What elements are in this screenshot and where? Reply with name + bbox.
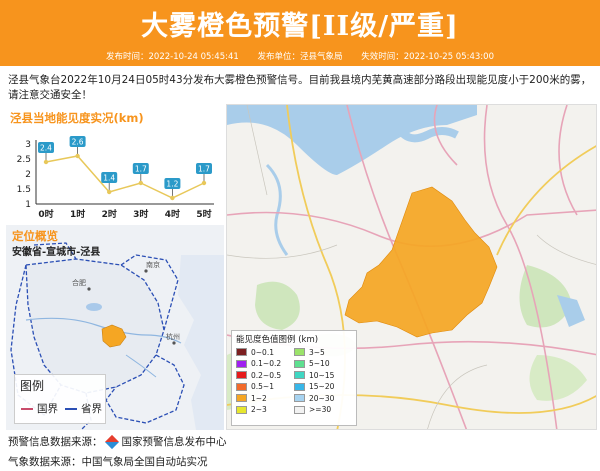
warning-description: 泾县气象台2022年10月24日05时43分发布大雾橙色预警信号。目前我县境内芜… bbox=[8, 74, 592, 101]
legend-swatch bbox=[294, 382, 305, 391]
publish-time: 发布时间：2022-10-24 05:45:41 bbox=[106, 52, 239, 62]
location-region: 安徽省-宣城市-泾县 bbox=[12, 247, 101, 258]
legend-national-border-label: 国界 bbox=[37, 403, 58, 415]
data-point bbox=[201, 180, 207, 186]
visibility-legend-grid: 0~0.1 3~5 0.1~0.2 5~10 0.2~0.5 10~15 0.5~1 15~2… bbox=[236, 347, 352, 415]
visibility-legend-item: 0.1~0.2 bbox=[236, 359, 294, 369]
left-column: 泾县当地能见度实况(km) 3 2.5 2 1.5 1 2.4 0时 2.6 1时 1.4 2时 1.… bbox=[6, 108, 224, 430]
legend-label: 10~15 bbox=[309, 370, 335, 380]
location-overview-panel: 合肥 南京 杭州 定位概览 安徽省-宣城市-泾县 图例 国界 省界 bbox=[6, 225, 224, 430]
x-tick-label: 2时 bbox=[102, 208, 117, 220]
legend-province-border-label: 省界 bbox=[81, 403, 102, 415]
legend-swatch bbox=[236, 394, 247, 402]
data-label: 1.7 bbox=[135, 165, 147, 174]
publisher: 发布单位：泾县气象局 bbox=[257, 52, 343, 62]
data-point bbox=[170, 195, 175, 201]
visibility-legend-item: 1~2 bbox=[236, 393, 294, 403]
national-border-line-icon bbox=[21, 407, 33, 410]
data-label: 1.7 bbox=[198, 165, 210, 174]
province-border-line-icon bbox=[65, 407, 77, 410]
expire-time: 失效时间：2022-10-25 05:43:00 bbox=[361, 52, 494, 62]
legend-label: 2~3 bbox=[251, 405, 267, 414]
visibility-legend-item: 20~30 bbox=[294, 393, 352, 403]
legend-label: 20~30 bbox=[309, 393, 335, 403]
visibility-legend-item: 0.5~1 bbox=[236, 382, 294, 392]
legend-label: 0.1~0.2 bbox=[251, 359, 282, 368]
warning-source-name[interactable]: 国家预警信息发布中心 bbox=[122, 434, 227, 449]
y-tick-label: 1.5 bbox=[17, 185, 31, 195]
legend-swatch bbox=[294, 371, 305, 379]
warning-meta: 发布时间：2022-10-24 05:45:41 发布单位：泾县气象局 失效时间… bbox=[0, 50, 600, 62]
visibility-chart-panel: 泾县当地能见度实况(km) 3 2.5 2 1.5 1 2.4 0时 2.6 1时 1.4 2时 1.… bbox=[6, 108, 224, 225]
map-legend: 图例 国界 省界 bbox=[14, 374, 106, 424]
data-point bbox=[138, 180, 143, 186]
data-point bbox=[75, 153, 80, 159]
nmc-logo-icon bbox=[104, 434, 119, 449]
visibility-legend-item: >=30 bbox=[294, 405, 352, 415]
y-tick-label: 1 bbox=[25, 200, 31, 210]
x-tick-label: 1时 bbox=[70, 208, 85, 220]
x-tick-label: 5时 bbox=[196, 208, 211, 220]
visibility-chart: 3 2.5 2 1.5 1 2.4 0时 2.6 1时 1.4 2时 1.7 3时 1.2 4时 1.7 5时 bbox=[17, 136, 214, 220]
visibility-legend-item: 3~5 bbox=[294, 347, 352, 357]
legend-swatch bbox=[294, 394, 305, 402]
legend-label: 0.2~0.5 bbox=[251, 370, 282, 380]
city-label-nanjing: 南京 bbox=[146, 260, 160, 269]
warning-source-label: 预警信息数据来源： bbox=[8, 436, 103, 448]
visibility-legend-item: 2~3 bbox=[236, 405, 294, 415]
visibility-color-legend: 能见度色值图例 (km) 0~0.1 3~5 0.1~0.2 5~10 0.2~0.5 1… bbox=[231, 330, 357, 426]
visibility-legend-item: 15~20 bbox=[294, 382, 352, 392]
city-label-hefei: 合肥 bbox=[72, 278, 86, 287]
data-point bbox=[43, 159, 49, 165]
y-tick-label: 3 bbox=[25, 140, 31, 150]
legend-swatch bbox=[294, 405, 305, 414]
x-tick-label: 3时 bbox=[133, 208, 148, 220]
warning-source-line: 预警信息数据来源： 国家预警信息发布中心 bbox=[8, 434, 227, 449]
warning-title: 大雾橙色预警[II级/严重] bbox=[141, 11, 459, 42]
legend-label: >=30 bbox=[309, 405, 332, 414]
legend-label: 15~20 bbox=[309, 382, 335, 391]
legend-swatch bbox=[236, 359, 247, 368]
legend-swatch bbox=[294, 348, 305, 356]
city-label-hangzhou: 杭州 bbox=[166, 332, 180, 341]
data-label: 2.4 bbox=[40, 144, 52, 153]
y-tick-label: 2 bbox=[25, 170, 31, 180]
visibility-series-line bbox=[45, 155, 205, 199]
legend-national-border: 国界 bbox=[21, 401, 58, 416]
visibility-legend-item: 0.2~0.5 bbox=[236, 370, 294, 380]
legend-label: 3~5 bbox=[309, 347, 325, 357]
y-tick-label: 2.5 bbox=[17, 155, 31, 165]
legend-swatch bbox=[236, 371, 247, 379]
legend-swatch bbox=[294, 359, 305, 368]
legend-label: 5~10 bbox=[309, 359, 330, 368]
legend-label: 0.5~1 bbox=[251, 382, 274, 391]
legend-swatch bbox=[236, 348, 247, 356]
data-label: 1.4 bbox=[103, 174, 115, 183]
data-point bbox=[107, 189, 112, 195]
visibility-legend-title: 能见度色值图例 (km) bbox=[236, 335, 319, 345]
warning-banner: 大雾橙色预警[II级/严重] 发布时间：2022-10-24 05:45:41 … bbox=[0, 0, 600, 66]
visibility-legend-item: 10~15 bbox=[294, 370, 352, 380]
x-tick-label: 4时 bbox=[165, 208, 180, 220]
map-legend-title: 图例 bbox=[20, 379, 45, 393]
x-tick-label: 0时 bbox=[38, 208, 53, 220]
legend-swatch bbox=[236, 405, 247, 414]
data-label: 2.6 bbox=[72, 138, 84, 147]
location-overview-title: 定位概览 bbox=[12, 229, 58, 243]
legend-province-border: 省界 bbox=[65, 401, 102, 416]
visibility-legend-item: 0~0.1 bbox=[236, 347, 294, 357]
legend-label: 1~2 bbox=[251, 393, 267, 403]
weather-source-line: 气象数据来源：中国气象局全国自动站实况 bbox=[8, 456, 208, 468]
legend-swatch bbox=[236, 382, 247, 391]
visibility-legend-item: 5~10 bbox=[294, 359, 352, 369]
legend-label: 0~0.1 bbox=[251, 347, 274, 357]
data-label: 1.2 bbox=[166, 180, 178, 189]
